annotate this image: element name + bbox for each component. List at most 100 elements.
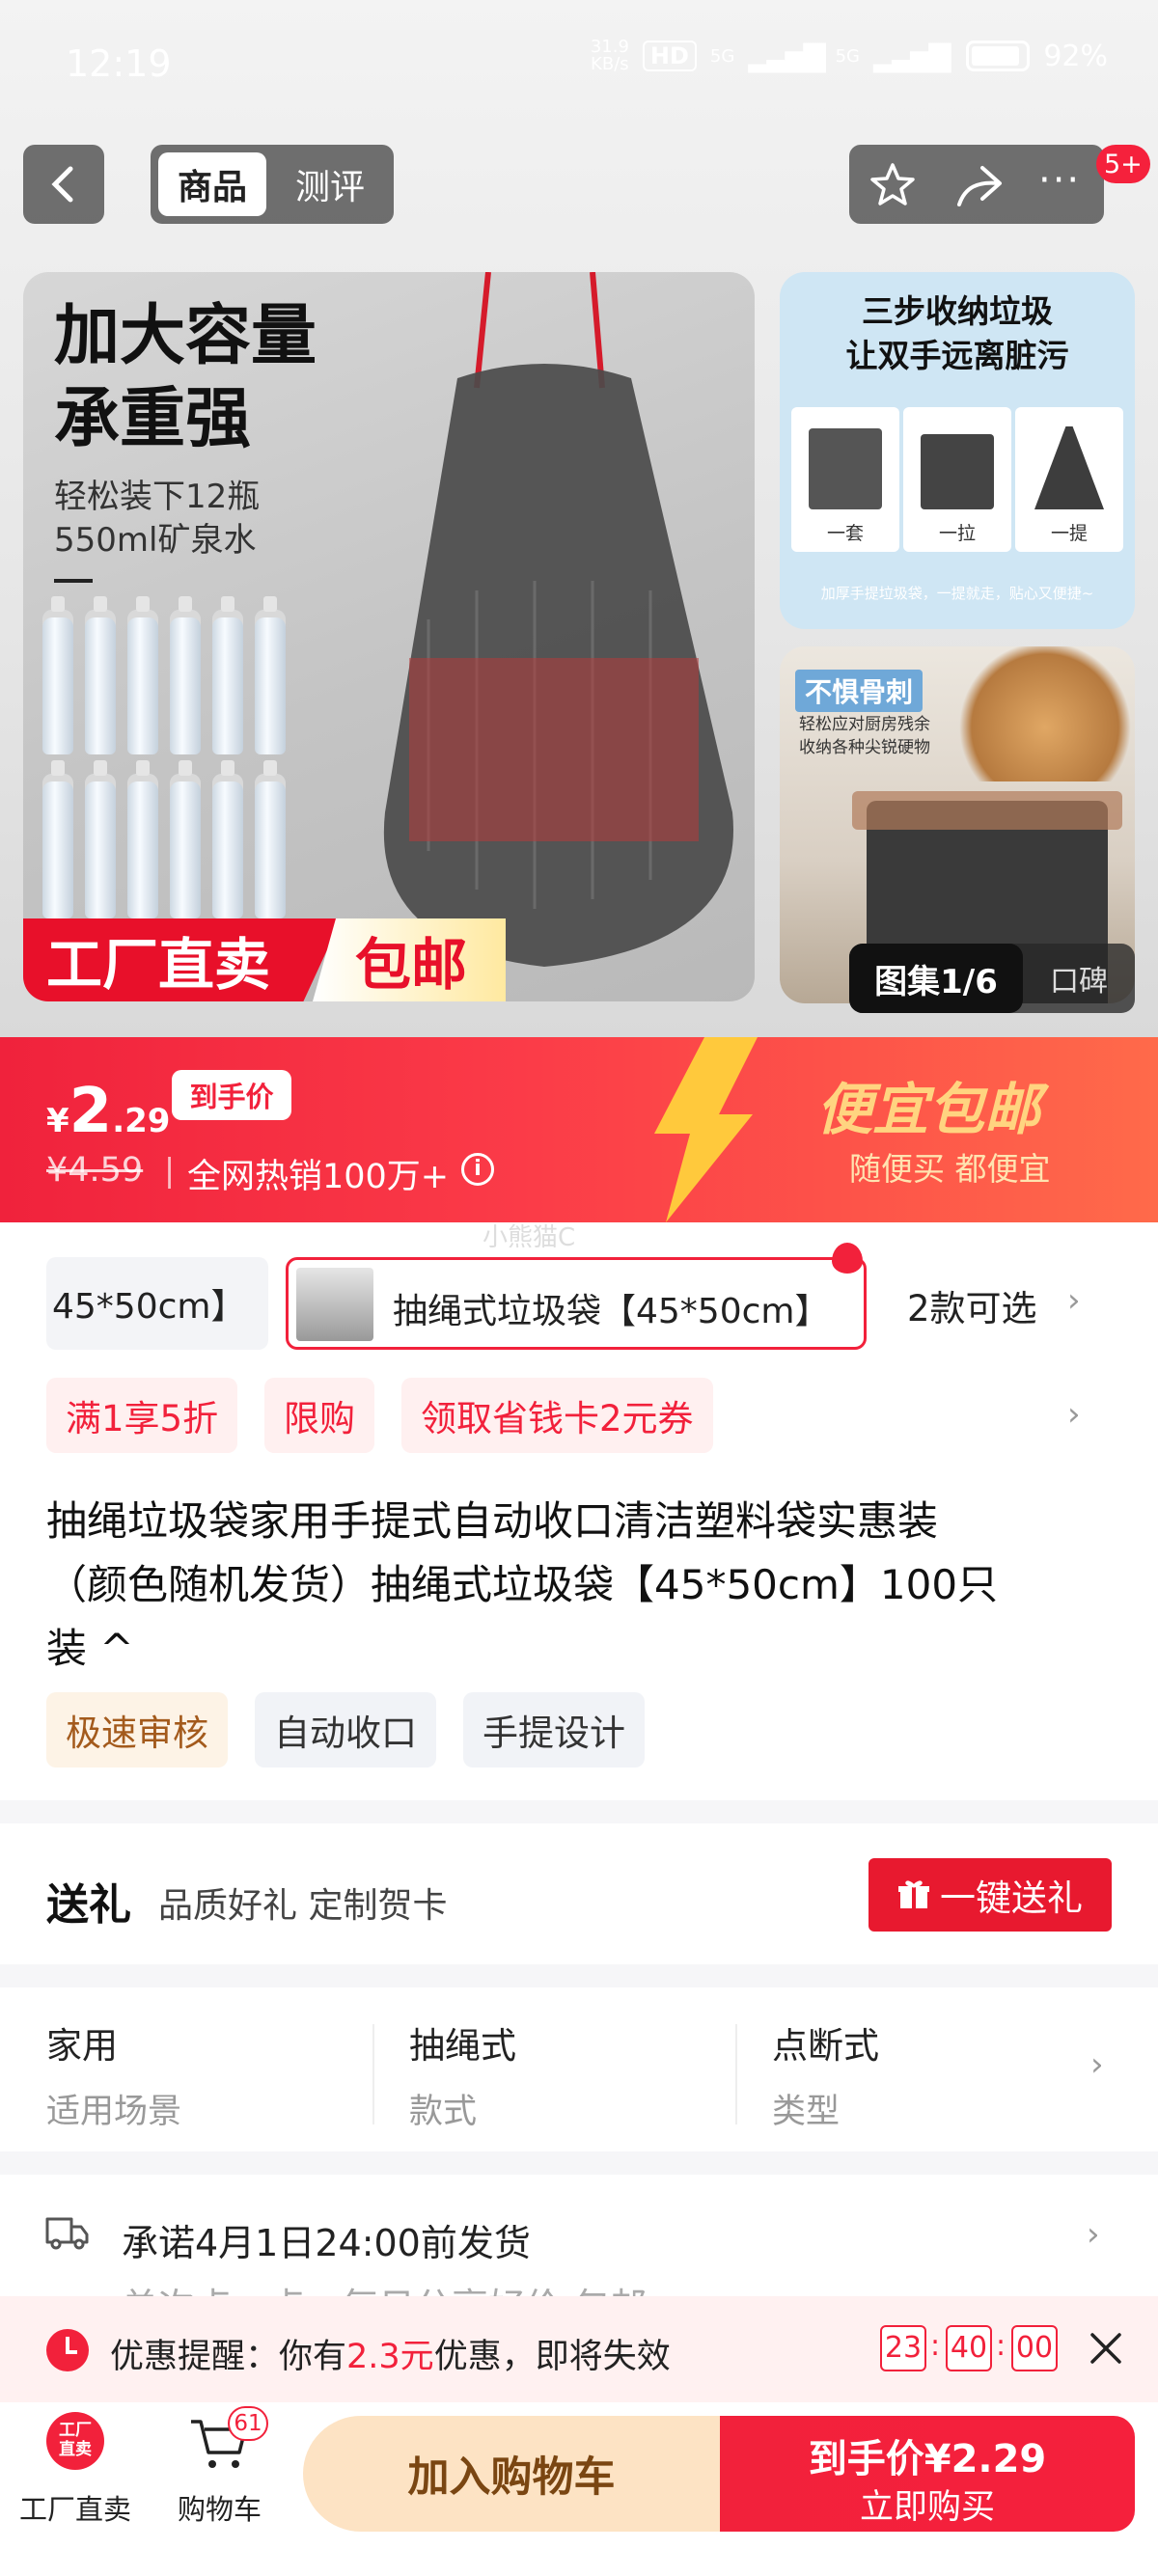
- shipping-promise[interactable]: 承诺4月1日24:00前发货: [122, 2213, 531, 2266]
- close-icon[interactable]: [1089, 2331, 1123, 2366]
- attrs-chevron-icon[interactable]: ›: [1090, 2045, 1104, 2084]
- sku-option-selected[interactable]: 抽绳式垃圾袋【45*50cm】: [286, 1257, 867, 1350]
- attr-label-type: 类型: [772, 2093, 841, 2131]
- promo-tag-discount[interactable]: 满1享5折: [46, 1378, 238, 1453]
- gallery-counter-bar: 图集1/6 口碑: [849, 944, 1135, 1013]
- factory-icon: 工厂 直卖: [46, 2412, 104, 2470]
- message-badge: 5+: [1096, 145, 1150, 183]
- signal-5g-icon: 5G: [709, 45, 735, 67]
- promo-small: 随便买 都便宜: [849, 1150, 1051, 1188]
- free-shipping-banner: 包邮: [313, 918, 506, 1001]
- main-headline-2: 承重强: [54, 381, 252, 457]
- buy-now-label: 立即购买: [859, 2488, 995, 2527]
- shipping-chevron-icon[interactable]: ›: [1087, 2215, 1100, 2254]
- hot-flame-icon: [832, 1243, 863, 1274]
- product-title: 抽绳垃圾袋家用手提式自动收口清洁塑料袋实惠装 （颜色随机发货）抽绳式垃圾袋【45…: [46, 1490, 1117, 1681]
- thumbnail-steps[interactable]: 三步收纳垃圾 让双手远离脏污 一套 一拉 一提 加厚手提垃圾袋，一提就走，贴心又…: [780, 272, 1135, 629]
- bottom-bar: 工厂 直卖 工厂直卖 61 购物车 加入购物车 到手价¥2.29 立即购买: [0, 2402, 1158, 2576]
- thumb1-title-2: 让双手远离脏污: [845, 337, 1069, 374]
- price-dec: .29: [112, 1102, 171, 1140]
- countdown-seconds: 00: [1011, 2325, 1058, 2371]
- price-currency: ¥: [46, 1102, 69, 1140]
- watermark: 小熊猫C: [482, 1223, 576, 1252]
- factory-direct-banner: 工厂直卖: [23, 918, 342, 1001]
- price-int: 2: [69, 1076, 113, 1147]
- attr-value-type: 点断式: [772, 2025, 879, 2067]
- thumb2-sub-1: 轻松应对厨房残余: [799, 715, 930, 734]
- signal-bars-icon: ▂▃▅▇: [748, 39, 825, 73]
- sku-thumb: [296, 1268, 373, 1341]
- attr-value-scene: 家用: [46, 2025, 118, 2067]
- gift-title: 送礼: [46, 1880, 131, 1930]
- status-time: 12:19: [66, 42, 172, 85]
- info-icon[interactable]: i: [461, 1153, 494, 1186]
- cart-button[interactable]: 61 购物车: [172, 2406, 278, 2537]
- step2-label: 一拉: [938, 523, 976, 544]
- thumb2-tag: 不惧骨刺: [795, 670, 924, 712]
- promo-chevron-icon[interactable]: ›: [1067, 1395, 1081, 1434]
- signal-bars-icon-2: ▂▃▅▇: [873, 39, 951, 73]
- feature-tag-handle: 手提设计: [463, 1692, 645, 1768]
- sku-selected-label: 抽绳式垃圾袋【45*50cm】: [393, 1292, 830, 1331]
- cart-badge: 61: [228, 2406, 268, 2441]
- net-speed: 31.9 KB/s: [590, 37, 629, 74]
- promo-tag-limit[interactable]: 限购: [264, 1378, 374, 1453]
- feature-tag-fast-review: 极速审核: [46, 1692, 228, 1768]
- status-bar: 12:19 31.9 KB/s HD 5G ▂▃▅▇ 5G ▂▃▅▇ 92%: [0, 0, 1158, 130]
- attr-label-style: 款式: [409, 2093, 478, 2131]
- favorite-star-icon[interactable]: [868, 160, 917, 208]
- title-line-3[interactable]: 装 ^: [46, 1617, 1117, 1681]
- more-icon[interactable]: ···: [1038, 158, 1081, 203]
- countdown-minutes: 40: [946, 2325, 992, 2371]
- lightning-icon: [654, 1037, 758, 1222]
- gallery-counter[interactable]: 图集1/6: [849, 944, 1023, 1013]
- step1-label: 一套: [826, 523, 864, 544]
- clock-icon: [46, 2329, 89, 2371]
- delivery-truck-icon: [45, 2217, 89, 2250]
- main-product-image[interactable]: 加大容量 承重强 轻松装下12瓶 550ml矿泉水 工厂直卖 包邮: [23, 272, 755, 1001]
- share-icon[interactable]: [953, 162, 1004, 208]
- main-sub-1: 轻松装下12瓶: [54, 478, 261, 516]
- back-button[interactable]: [23, 145, 104, 224]
- gift-icon: [898, 1880, 929, 1908]
- feature-tag-auto-close: 自动收口: [255, 1692, 436, 1768]
- garbage-bag-image: [383, 272, 733, 967]
- sku-chevron-icon[interactable]: ›: [1067, 1281, 1081, 1320]
- back-arrow-icon: [51, 166, 73, 203]
- price-bar: ¥2.29 到手价 ¥4.59 | 全网热销100万+ i 便宜包邮 随便买 都…: [0, 1037, 1158, 1222]
- buy-now-button[interactable]: 到手价¥2.29 立即购买: [720, 2416, 1135, 2532]
- header-actions: ···: [849, 145, 1104, 224]
- tab-product[interactable]: 商品: [158, 152, 266, 216]
- hd-icon: HD: [642, 41, 697, 71]
- product-gallery: 12:19 31.9 KB/s HD 5G ▂▃▅▇ 5G ▂▃▅▇ 92% 商…: [0, 0, 1158, 1037]
- original-price: ¥4.59: [46, 1151, 144, 1190]
- countdown-hours: 23: [880, 2325, 926, 2371]
- battery-level: 92%: [1043, 39, 1108, 73]
- send-gift-label: 一键送礼: [940, 1877, 1083, 1919]
- step3-label: 一提: [1050, 523, 1088, 544]
- factory-direct-button[interactable]: 工厂 直卖 工厂直卖: [19, 2412, 131, 2537]
- attr-value-style: 抽绳式: [409, 2025, 516, 2067]
- send-gift-button[interactable]: 一键送礼: [868, 1858, 1112, 1932]
- title-line-1: 抽绳垃圾袋家用手提式自动收口清洁塑料袋实惠装: [46, 1497, 939, 1545]
- promo-big: 便宜包邮: [816, 1077, 1041, 1142]
- sku-option-prev[interactable]: 45*50cm】: [46, 1257, 268, 1350]
- reminder-text: 优惠提醒：你有2.3元优惠，即将失效: [110, 2338, 671, 2376]
- header-tabs: 商品 测评: [151, 145, 394, 224]
- hot-sales-text: 全网热销100万+: [187, 1158, 450, 1196]
- sku-count[interactable]: 2款可选: [907, 1279, 1037, 1331]
- thumb1-title-1: 三步收纳垃圾: [862, 292, 1053, 330]
- buy-price-line: 到手价¥2.29: [808, 2437, 1047, 2481]
- promo-tag-coupon[interactable]: 领取省钱卡2元券: [401, 1378, 713, 1453]
- thumb2-sub-2: 收纳各种尖锐硬物: [799, 738, 930, 757]
- price: ¥2.29: [46, 1076, 170, 1147]
- discount-reminder-bar: 优惠提醒：你有2.3元优惠，即将失效 23 : 40 : 00: [0, 2296, 1158, 2402]
- factory-label: 工厂直卖: [19, 2493, 132, 2526]
- main-sub-2: 550ml矿泉水: [54, 521, 257, 560]
- cart-label: 购物车: [178, 2493, 262, 2526]
- status-icons: 31.9 KB/s HD 5G ▂▃▅▇ 5G ▂▃▅▇ 92%: [591, 39, 1108, 73]
- tab-review[interactable]: 测评: [276, 152, 384, 216]
- battery-icon: [966, 41, 1031, 71]
- review-tab[interactable]: 口碑: [1023, 957, 1135, 1000]
- add-to-cart-button[interactable]: 加入购物车: [303, 2416, 720, 2532]
